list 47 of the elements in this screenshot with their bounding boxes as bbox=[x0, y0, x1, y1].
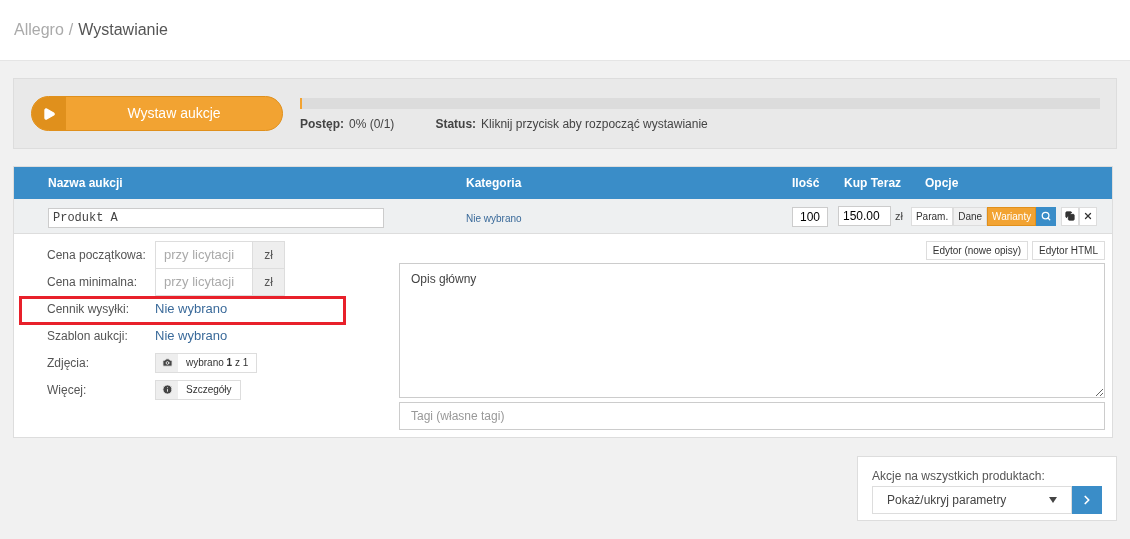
column-header: Kup Teraz bbox=[844, 175, 903, 192]
currency-addon: zł bbox=[253, 267, 285, 296]
info-icon bbox=[161, 384, 173, 395]
column-header: Kategoria bbox=[466, 175, 523, 192]
currency-label: zł bbox=[895, 208, 903, 224]
price-field[interactable]: przy licytacji bbox=[155, 240, 253, 269]
breadcrumb-separator: / bbox=[68, 20, 74, 40]
column-header: Opcje bbox=[925, 175, 960, 192]
currency-addon: zł bbox=[253, 240, 285, 269]
photos-button[interactable]: wybrano 1 z 1 bbox=[155, 352, 258, 373]
description-field[interactable]: Opis główny bbox=[399, 263, 1105, 398]
field-label: Cena minimalna: bbox=[47, 273, 139, 291]
category-link[interactable]: Nie wybrano bbox=[466, 213, 522, 224]
status-value: Kliknij przycisk aby rozpocząć wystawianie bbox=[481, 115, 708, 133]
field-label: Zdjęcia: bbox=[47, 354, 91, 372]
column-header: Ilość bbox=[792, 175, 821, 192]
quantity-field[interactable]: 100 bbox=[792, 207, 828, 227]
field-label: Cennik wysyłki: bbox=[47, 300, 131, 318]
option-tab[interactable]: Param. bbox=[910, 206, 954, 226]
select-link[interactable]: Nie wybrano bbox=[155, 325, 228, 346]
close-icon bbox=[1083, 211, 1094, 221]
option-tab[interactable]: Dane bbox=[953, 206, 988, 226]
status-label: Status: bbox=[435, 115, 477, 133]
copy-icon bbox=[1065, 211, 1076, 221]
bulk-action-select[interactable]: Pokaż/ukryj parametry bbox=[872, 486, 1073, 514]
name-field[interactable]: Produkt A bbox=[48, 208, 384, 228]
field-label: Więcej: bbox=[47, 381, 88, 399]
editor-button[interactable]: Edytor (nowe opisy) bbox=[925, 241, 1029, 260]
progress-label: Postęp: bbox=[300, 115, 344, 133]
delete-button[interactable] bbox=[1079, 206, 1098, 226]
field-label: Cena początkowa: bbox=[47, 246, 147, 264]
copy-button[interactable] bbox=[1061, 206, 1080, 226]
field-label: Szablon aukcji: bbox=[47, 327, 129, 345]
price-field[interactable]: 150.00 bbox=[838, 206, 891, 226]
column-header: Nazwa aukcji bbox=[48, 175, 124, 192]
details-button[interactable]: Szczegóły bbox=[155, 379, 241, 400]
page-title: Wystawianie bbox=[78, 20, 168, 40]
price-field[interactable]: przy licytacji bbox=[155, 267, 253, 296]
editor-button[interactable]: Edytor HTML bbox=[1032, 241, 1105, 260]
progress-value: 0% (0/1) bbox=[349, 115, 395, 133]
search-icon bbox=[1041, 211, 1052, 221]
tags-field[interactable]: Tagi (własne tagi) bbox=[399, 402, 1105, 430]
play-icon bbox=[42, 106, 56, 121]
bulk-actions-label: Akcje na wszystkich produktach: bbox=[872, 468, 1046, 485]
dropdown-caret-icon bbox=[1049, 497, 1058, 503]
select-link[interactable]: Nie wybrano bbox=[155, 298, 228, 319]
camera-icon bbox=[161, 357, 173, 368]
